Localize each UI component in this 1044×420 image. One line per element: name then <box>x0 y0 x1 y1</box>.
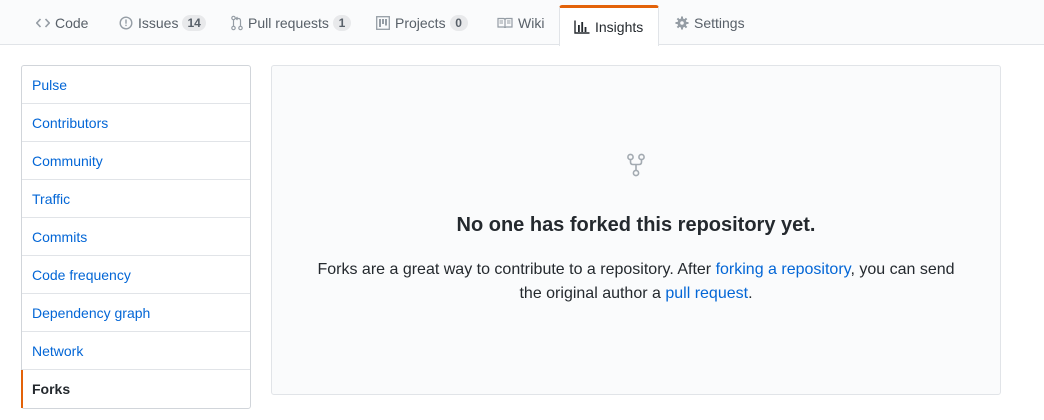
sidebar-item-community[interactable]: Community <box>22 142 250 180</box>
git-pull-request-icon <box>231 15 243 31</box>
insights-sidebar-menu: Pulse Contributors Community Traffic Com… <box>21 65 251 409</box>
description-text: , you can send <box>850 261 955 278</box>
pull-request-link[interactable]: pull request <box>665 285 748 302</box>
code-icon <box>36 17 50 29</box>
tab-code[interactable]: Code <box>36 0 88 45</box>
blankslate-title: No one has forked this repository yet. <box>456 214 816 236</box>
sidebar-item-pulse[interactable]: Pulse <box>22 66 250 104</box>
description-text: the original author a <box>519 285 666 302</box>
repo-nav-tabs: Code Issues 14 Pull requests 1 Projects … <box>0 0 1044 46</box>
tab-label: Insights <box>595 19 644 35</box>
sidebar-item-network[interactable]: Network <box>22 332 250 370</box>
sidebar-item-dependency-graph[interactable]: Dependency graph <box>22 294 250 332</box>
description-line-1: Forks are a great way to contribute to a… <box>272 258 1000 282</box>
forks-blankslate: No one has forked this repository yet. F… <box>271 65 1001 395</box>
issue-opened-icon <box>119 15 133 30</box>
sidebar-item-traffic[interactable]: Traffic <box>22 180 250 218</box>
description-text: Forks are a great way to contribute to a… <box>317 261 716 278</box>
tab-label: Issues <box>138 14 179 31</box>
tab-insights[interactable]: Insights <box>559 5 659 46</box>
tab-wiki[interactable]: Wiki <box>497 0 544 45</box>
tab-pull-requests[interactable]: Pull requests 1 <box>231 0 351 45</box>
projects-count-badge: 0 <box>449 14 468 31</box>
tab-label: Code <box>55 14 89 31</box>
forking-a-repository-link[interactable]: forking a repository <box>716 261 851 278</box>
repo-forked-icon <box>627 153 645 180</box>
project-icon <box>376 15 390 30</box>
issues-count-badge: 14 <box>182 14 206 31</box>
tab-issues[interactable]: Issues 14 <box>119 0 206 45</box>
tab-projects[interactable]: Projects 0 <box>376 0 468 45</box>
pull-requests-count-badge: 1 <box>332 14 351 31</box>
description-text: . <box>748 285 753 302</box>
gear-icon <box>675 16 689 30</box>
tab-label: Settings <box>694 14 745 31</box>
tab-settings[interactable]: Settings <box>675 0 745 45</box>
sidebar-item-forks[interactable]: Forks <box>21 370 250 408</box>
sidebar-item-code-frequency[interactable]: Code frequency <box>22 256 250 294</box>
graph-icon <box>574 20 590 34</box>
sidebar-item-contributors[interactable]: Contributors <box>22 104 250 142</box>
description-line-2: the original author a pull request. <box>272 282 1000 306</box>
blankslate-description: Forks are a great way to contribute to a… <box>272 258 1000 306</box>
sidebar-item-commits[interactable]: Commits <box>22 218 250 256</box>
book-icon <box>497 17 513 29</box>
tab-label: Wiki <box>518 14 545 31</box>
tab-label: Pull requests <box>248 14 329 31</box>
tab-label: Projects <box>395 14 446 31</box>
